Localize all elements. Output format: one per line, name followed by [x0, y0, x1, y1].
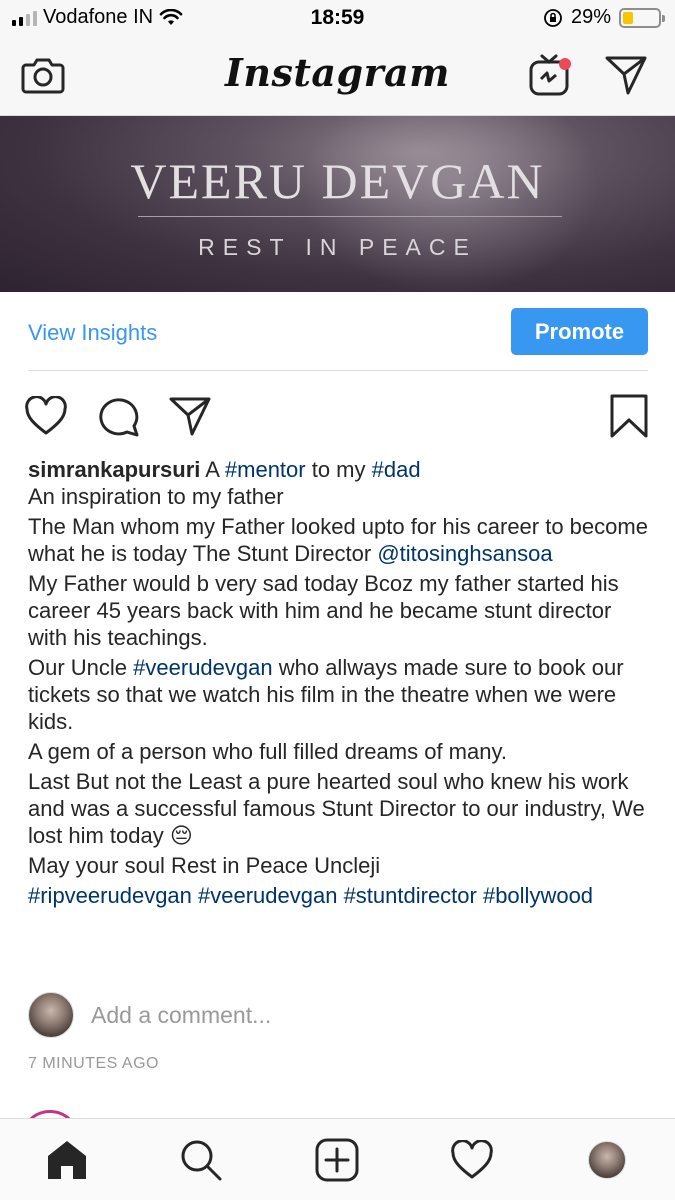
- activity-icon[interactable]: [449, 1137, 495, 1183]
- battery-percent: 29%: [570, 6, 611, 28]
- promote-button[interactable]: Promote: [511, 308, 648, 355]
- new-post-icon[interactable]: [314, 1137, 360, 1183]
- caption-text: to my: [305, 457, 372, 482]
- comment-icon[interactable]: [96, 393, 142, 439]
- mention-link[interactable]: @titosinghsansoa: [377, 541, 552, 566]
- post-timestamp: 7 MINUTES AGO: [28, 1055, 159, 1072]
- caption-text: Our Uncle: [28, 655, 134, 680]
- caption-username[interactable]: simrankapursuri: [28, 457, 200, 482]
- caption-paragraph: Last But not the Least a pure hearted so…: [28, 769, 645, 848]
- battery-icon: [619, 7, 665, 28]
- bookmark-icon[interactable]: [606, 393, 652, 439]
- direct-message-icon[interactable]: [603, 52, 649, 98]
- caption-paragraph: A gem of a person who full filled dreams…: [28, 739, 507, 764]
- comment-input[interactable]: Add a comment...: [91, 1002, 271, 1029]
- instagram-logo: Instagram: [225, 50, 450, 95]
- caption-text: A: [200, 457, 225, 482]
- insights-row: View Insights Promote: [0, 292, 675, 372]
- banner-divider: [138, 216, 562, 217]
- search-icon[interactable]: [178, 1137, 224, 1183]
- bottom-nav: [0, 1118, 675, 1200]
- avatar: [28, 992, 74, 1038]
- add-comment-row[interactable]: Add a comment...: [28, 992, 648, 1040]
- hashtag-link[interactable]: #veerudevgan: [133, 655, 272, 680]
- status-bar: Vodafone IN 18:59 29%: [0, 0, 675, 38]
- caption-text: An inspiration to my father: [28, 484, 284, 509]
- igtv-icon[interactable]: [527, 52, 573, 98]
- hashtag-link[interactable]: #mentor: [225, 457, 306, 482]
- profile-avatar[interactable]: [584, 1137, 630, 1183]
- caption-paragraph: My Father would b very sad today Bcoz my…: [28, 571, 619, 650]
- banner-subtitle: REST IN PEACE: [198, 234, 477, 260]
- orientation-lock-icon: [544, 8, 562, 27]
- caption-paragraph: Our Uncle #veerudevgan who allways made …: [28, 654, 653, 735]
- share-icon[interactable]: [167, 393, 213, 439]
- view-insights-link[interactable]: View Insights: [28, 320, 157, 346]
- status-right: 29%: [543, 6, 665, 29]
- post-caption: simrankapursuri A #mentor to my #dad An i…: [28, 456, 653, 912]
- hashtag-link[interactable]: #dad: [372, 457, 421, 482]
- caption-hashtags[interactable]: #ripveerudevgan #veerudevgan #stuntdirec…: [28, 882, 653, 909]
- caption-text: The Man whom my Father looked upto for h…: [28, 514, 648, 566]
- home-icon[interactable]: [44, 1137, 90, 1183]
- heart-icon[interactable]: [23, 393, 69, 439]
- banner-title: VEERU DEVGAN: [130, 153, 545, 209]
- caption-paragraph: May your soul Rest in Peace Uncleji: [28, 853, 381, 878]
- notification-dot: [559, 58, 571, 70]
- app-header: Instagram: [0, 38, 675, 116]
- divider: [28, 370, 648, 371]
- caption-line: simrankapursuri A #mentor to my #dad An i…: [28, 456, 653, 510]
- caption-paragraph: The Man whom my Father looked upto for h…: [28, 513, 653, 567]
